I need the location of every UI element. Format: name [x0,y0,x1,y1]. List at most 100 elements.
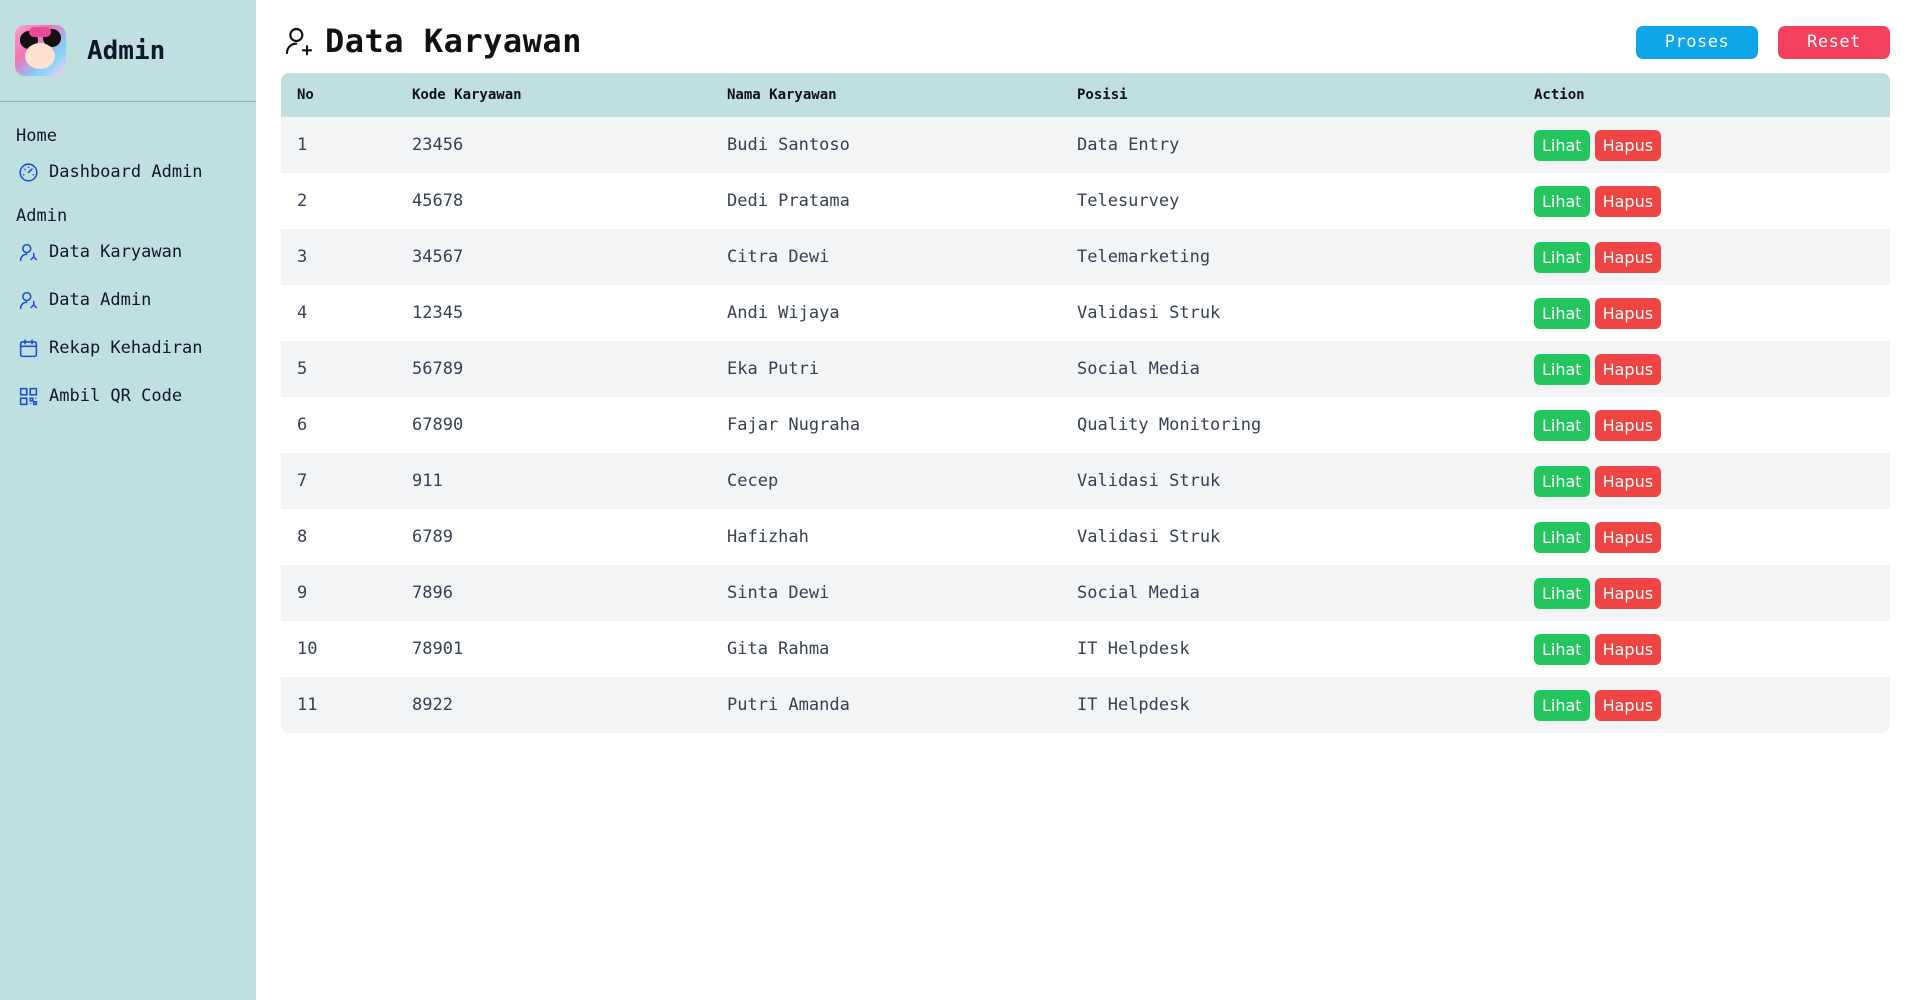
sidebar-item-rekap-kehadiran[interactable]: Rekap Kehadiran [0,334,256,362]
reset-gaji-button[interactable]: Reset Gaji [1778,26,1890,85]
sidebar-item-data-admin[interactable]: Data Admin [0,286,256,314]
hapus-button[interactable]: Hapus [1594,409,1662,441]
cell-posisi: Telesurvey [1077,191,1180,211]
hapus-button[interactable]: Hapus [1594,521,1662,553]
column-header-action: Action [1534,87,1585,103]
title-wrap: Data Karyawan [283,22,582,60]
cell-no: 2 [297,191,308,211]
cell-nama: Budi Santoso [727,135,850,155]
cell-nama: Citra Dewi [727,247,830,267]
sidebar-nav: Home Dashboard Admin Admin Data Karyawan… [0,102,256,410]
cell-action: Lihat Hapus [1518,509,1890,565]
cell-no: 1 [297,135,308,155]
cell-posisi: IT Helpdesk [1077,695,1190,715]
cell-action: Lihat Hapus [1518,229,1890,285]
cell-action: Lihat Hapus [1518,117,1890,173]
sidebar-item-data-karyawan[interactable]: Data Karyawan [0,238,256,266]
table-row: 11 8922 Putri Amanda IT Helpdesk Lihat Hapus [281,677,1890,733]
lihat-button[interactable]: Lihat [1534,521,1590,553]
cell-kode: 34567 [412,247,464,267]
cell-nama: Eka Putri [727,359,820,379]
table-row: 7 911 Cecep Validasi Struk Lihat Hapus [281,453,1890,509]
cell-action: Lihat Hapus [1518,285,1890,341]
hapus-button[interactable]: Hapus [1594,185,1662,217]
hapus-button[interactable]: Hapus [1594,689,1662,721]
table-row: 6 67890 Fajar Nugraha Quality Monitoring Lih… [281,397,1890,453]
cell-kode: 8922 [412,695,453,715]
cell-nama: Gita Rahma [727,639,830,659]
cell-kode: 7896 [412,583,453,603]
hapus-button[interactable]: Hapus [1594,633,1662,665]
cell-nama: Cecep [727,471,779,491]
cell-no: 6 [297,415,308,435]
cell-posisi: Social Media [1077,359,1200,379]
cell-posisi: Data Entry [1077,135,1180,155]
page-title: Data Karyawan [325,22,582,60]
calendar-icon [17,337,39,359]
sidebar: Admin Home Dashboard Admin Admin Data Ka… [0,0,256,1000]
lihat-button[interactable]: Lihat [1534,241,1590,273]
cell-no: 8 [297,527,308,547]
table-row: 3 34567 Citra Dewi Telemarketing Lihat Hapus [281,229,1890,285]
users-icon [283,25,315,57]
hapus-button[interactable]: Hapus [1594,241,1662,273]
cell-action: Lihat Hapus [1518,341,1890,397]
hapus-button[interactable]: Hapus [1594,129,1662,161]
users-icon [17,289,39,311]
sidebar-item-ambil-qr-code[interactable]: Ambil QR Code [0,382,256,410]
cell-kode: 12345 [412,303,464,323]
cell-no: 7 [297,471,308,491]
sidebar-item-label: Rekap Kehadiran [49,338,203,358]
column-header-nama: Nama Karyawan [727,87,837,103]
column-header-no: No [297,87,314,103]
cell-kode: 45678 [412,191,464,211]
sidebar-item-label: Data Karyawan [49,242,183,262]
cell-posisi: Validasi Struk [1077,471,1221,491]
cell-action: Lihat Hapus [1518,621,1890,677]
lihat-button[interactable]: Lihat [1534,465,1590,497]
lihat-button[interactable]: Lihat [1534,129,1590,161]
cell-no: 9 [297,583,308,603]
lihat-button[interactable]: Lihat [1534,689,1590,721]
sidebar-item-dashboard-admin[interactable]: Dashboard Admin [0,158,256,186]
cell-nama: Hafizhah [727,527,809,547]
table-row: 1 23456 Budi Santoso Data Entry Lihat Hapus [281,117,1890,173]
cell-action: Lihat Hapus [1518,397,1890,453]
cell-kode: 23456 [412,135,464,155]
lihat-button[interactable]: Lihat [1534,297,1590,329]
gauge-icon [17,161,39,183]
cell-no: 3 [297,247,308,267]
cell-nama: Andi Wijaya [727,303,840,323]
nav-section-admin: Admin [16,206,68,226]
cell-action: Lihat Hapus [1518,677,1890,733]
lihat-button[interactable]: Lihat [1534,353,1590,385]
qr-code-icon [17,385,39,407]
hapus-button[interactable]: Hapus [1594,465,1662,497]
hapus-button[interactable]: Hapus [1594,297,1662,329]
cell-nama: Putri Amanda [727,695,850,715]
table-row: 2 45678 Dedi Pratama Telesurvey Lihat Hapus [281,173,1890,229]
table-row: 8 6789 Hafizhah Validasi Struk Lihat Hapus [281,509,1890,565]
cell-kode: 67890 [412,415,464,435]
table-row: 5 56789 Eka Putri Social Media Lihat Hapus [281,341,1890,397]
hapus-button[interactable]: Hapus [1594,577,1662,609]
cell-kode: 911 [412,471,443,491]
table-row: 9 7896 Sinta Dewi Social Media Lihat Hapus [281,565,1890,621]
avatar [15,25,66,76]
cell-posisi: Quality Monitoring [1077,415,1262,435]
hapus-button[interactable]: Hapus [1594,353,1662,385]
cell-no: 11 [297,695,318,715]
lihat-button[interactable]: Lihat [1534,409,1590,441]
proses-gaji-button[interactable]: Proses Gaji [1636,26,1758,85]
lihat-button[interactable]: Lihat [1534,577,1590,609]
users-icon [17,241,39,263]
cell-kode: 78901 [412,639,464,659]
lihat-button[interactable]: Lihat [1534,185,1590,217]
cell-posisi: Telemarketing [1077,247,1211,267]
cell-nama: Dedi Pratama [727,191,850,211]
cell-no: 10 [297,639,318,659]
cell-posisi: Validasi Struk [1077,303,1221,323]
page-header: Data Karyawan Proses Gaji Reset Gaji [281,0,1890,85]
cell-no: 4 [297,303,308,323]
lihat-button[interactable]: Lihat [1534,633,1590,665]
